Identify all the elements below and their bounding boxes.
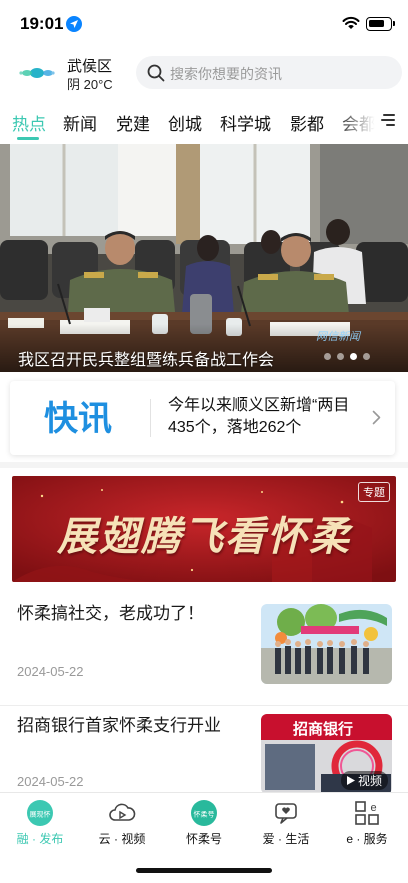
flash-news-card[interactable]: 快讯 今年以来顺义区新增“两目435个，落地262个 [10,381,395,455]
search-placeholder: 搜索你想要的资讯 [170,66,282,82]
search-icon [147,64,165,82]
channel-menu-icon[interactable] [381,113,395,127]
news-thumbnail[interactable]: 招商银行 视频 [261,714,392,794]
hero-caption[interactable]: 我区召开民兵整组暨练兵备战工作会 [18,346,274,370]
status-bar: 19:01 [0,0,408,48]
tab-civilized-city[interactable]: 创城 [168,110,202,135]
cloud-video-icon [109,803,136,821]
tab-active-indicator [17,137,39,140]
news-item[interactable]: 怀柔搞社交，老成功了！ 2024-05-22 [0,600,408,708]
nav-label: e · 服务 [346,832,388,846]
weather-logo-icon[interactable] [18,63,56,83]
topic-badge: 专题 [358,482,390,502]
channel-tabs: 热点 新闻 党建 创城 科学城 影都 会都 [0,98,408,144]
account-icon-text: 怀柔号 [194,810,215,819]
huairou-account-icon: 怀柔号 [191,800,217,826]
tab-news[interactable]: 新闻 [63,110,97,135]
thumb-sign: 招商银行 [293,720,353,738]
flash-news-text: 今年以来顺义区新增“两目435个，落地262个 [168,397,350,436]
tab-science-city[interactable]: 科学城 [220,110,271,135]
carousel-dot [324,353,331,360]
nav-service[interactable]: e e · 服务 [327,799,407,847]
status-time: 19:01 [20,14,64,33]
news-date: 2024-05-22 [17,774,84,789]
header: 武侯区 阴 20°C 搜索你想要的资讯 [0,50,408,96]
life-icon [275,803,297,824]
location-arrow-icon [66,16,82,32]
news-divider [0,705,408,706]
nav-publish[interactable]: 展现怀 融 · 发布 [0,799,80,847]
nav-cloud-video[interactable]: 云 · 视频 [82,799,162,847]
search-input[interactable]: 搜索你想要的资讯 [136,56,402,89]
hero-photo: 网信新闻 [0,144,408,372]
play-icon [346,776,355,785]
tab-fade [334,98,408,144]
nav-label: 怀柔号 [185,832,222,846]
home-indicator[interactable] [136,868,272,873]
hero-watermark: 网信新闻 [316,330,362,343]
wifi-icon [342,16,360,29]
news-title[interactable]: 招商银行首家怀柔支行开业 [17,714,239,738]
chevron-right-icon[interactable] [372,410,381,425]
flash-divider [150,399,151,437]
news-thumbnail[interactable] [261,604,392,684]
nav-life[interactable]: 爱 · 生活 [246,799,326,847]
flash-news-logo: 快讯 [44,399,112,437]
service-grid-icon: e [355,801,379,825]
publish-icon-text: 展现怀 [30,810,51,819]
nav-label: 融 · 发布 [16,832,64,846]
section-separator [0,462,408,468]
flash-logo-text: 快讯 [44,399,112,437]
banner-title: 展翅腾飞看怀柔 [57,513,351,560]
news-date: 2024-05-22 [17,664,84,679]
carousel-dot-active [350,353,357,360]
tab-film-city[interactable]: 影都 [290,110,324,135]
nav-label: 爱 · 生活 [262,832,310,846]
tab-party-building[interactable]: 党建 [116,110,150,135]
nav-huairou-account[interactable]: 怀柔号 怀柔号 [164,799,244,847]
svg-text:e: e [370,802,376,814]
tab-hot[interactable]: 热点 [12,110,46,135]
publish-icon: 展现怀 [27,800,53,826]
carousel-dot [337,353,344,360]
battery-icon [366,17,395,31]
weather-text: 阴 20°C [67,77,113,92]
city-name[interactable]: 武侯区 [67,55,112,76]
nav-label: 云 · 视频 [98,832,146,846]
news-title[interactable]: 怀柔搞社交，老成功了！ [17,602,239,626]
video-badge-label: 视频 [357,774,382,788]
carousel-dot [363,353,370,360]
video-badge: 视频 [340,771,388,790]
hero-carousel[interactable]: 网信新闻 我区召开民兵整组暨练兵备战工作会 [0,144,408,372]
special-topic-banner[interactable]: 展翅腾飞看怀柔 专题 [12,476,396,582]
